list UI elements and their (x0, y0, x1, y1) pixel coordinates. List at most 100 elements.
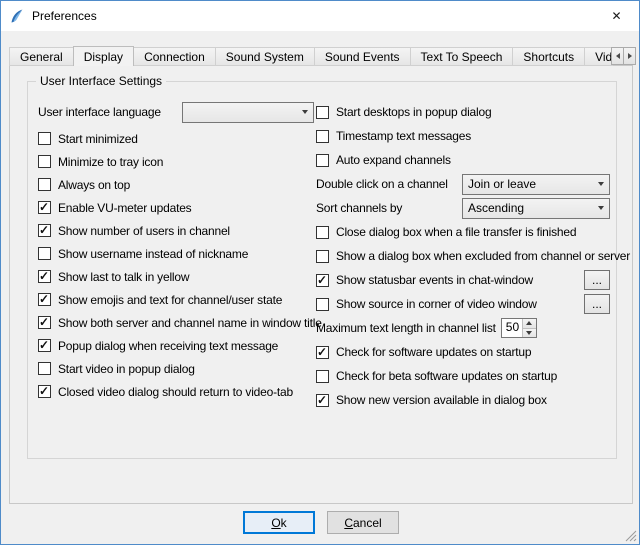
checkbox[interactable] (38, 385, 51, 398)
spin-buttons (522, 319, 536, 337)
checkbox-row[interactable]: Auto expand channels (316, 148, 610, 172)
checkbox-label: Show number of users in channel (58, 224, 230, 238)
checkbox-label: Always on top (58, 178, 130, 192)
left-column: User interface language Start minimized (38, 100, 314, 403)
checkbox[interactable] (38, 155, 51, 168)
checkbox-label: Timestamp text messages (336, 129, 471, 143)
preferences-window: Preferences ✕ General Display Connection… (0, 0, 640, 545)
checkbox-row[interactable]: Show number of users in channel (38, 219, 314, 242)
tab-scroll-right-button[interactable] (623, 47, 636, 65)
spin-up-button[interactable] (522, 319, 536, 328)
checkbox-label: Show emojis and text for channel/user st… (58, 293, 282, 307)
checkbox[interactable] (38, 270, 51, 283)
checkbox-label: Show a dialog box when excluded from cha… (336, 249, 630, 263)
right-checkbox-list-b: Close dialog box when a file transfer is… (316, 220, 610, 268)
checkbox-label: Start desktops in popup dialog (336, 105, 491, 119)
chevron-down-icon (593, 175, 609, 194)
checkbox-row[interactable]: Close dialog box when a file transfer is… (316, 220, 610, 244)
checkbox-row[interactable]: Show last to talk in yellow (38, 265, 314, 288)
checkbox[interactable] (38, 201, 51, 214)
chevron-right-icon (628, 53, 632, 59)
language-select[interactable] (182, 102, 314, 123)
checkbox[interactable] (38, 293, 51, 306)
checkbox-row[interactable]: Show new version available in dialog box (316, 388, 610, 412)
checkbox-label: Start minimized (58, 132, 138, 146)
checkbox[interactable] (38, 316, 51, 329)
tab[interactable]: Sound System (215, 47, 315, 66)
checkbox-row[interactable]: Timestamp text messages (316, 124, 610, 148)
double-click-row: Double click on a channel Join or leave (316, 172, 610, 196)
checkbox-label: Start video in popup dialog (58, 362, 195, 376)
checkbox-row[interactable]: Check for beta software updates on start… (316, 364, 610, 388)
checkbox[interactable] (38, 224, 51, 237)
checkbox-label: Auto expand channels (336, 153, 451, 167)
tab-label: Display (84, 50, 123, 64)
checkbox[interactable] (316, 394, 329, 407)
checkbox-row[interactable]: Show both server and channel name in win… (38, 311, 314, 334)
checkbox-row[interactable]: Show a dialog box when excluded from cha… (316, 244, 610, 268)
checkbox[interactable] (316, 370, 329, 383)
close-icon: ✕ (611, 9, 621, 23)
sort-channels-label: Sort channels by (316, 201, 402, 215)
spin-value: 50 (502, 319, 522, 337)
ok-button[interactable]: Ok (243, 511, 315, 534)
checkbox-row[interactable]: Start minimized (38, 127, 314, 150)
checkbox-row[interactable]: Closed video dialog should return to vid… (38, 380, 314, 403)
checkbox-row[interactable]: Start video in popup dialog (38, 357, 314, 380)
spin-down-button[interactable] (522, 328, 536, 338)
checkbox-label: Close dialog box when a file transfer is… (336, 225, 576, 239)
resize-grip[interactable] (624, 529, 637, 542)
checkbox-row[interactable]: Minimize to tray icon (38, 150, 314, 173)
tab[interactable]: Text To Speech (410, 47, 514, 66)
video-source-row[interactable]: Show source in corner of video window ..… (316, 292, 610, 316)
tab[interactable]: Video (584, 47, 613, 66)
tab[interactable]: Shortcuts (512, 47, 585, 66)
tab[interactable]: General (9, 47, 74, 66)
checkbox-row[interactable]: Show emojis and text for channel/user st… (38, 288, 314, 311)
checkbox[interactable] (38, 339, 51, 352)
checkbox-label: Show last to talk in yellow (58, 270, 189, 284)
tab[interactable]: Sound Events (314, 47, 411, 66)
checkbox-row[interactable]: Check for software updates on startup (316, 340, 610, 364)
ui-settings-group: User Interface Settings User interface l… (27, 81, 617, 459)
checkbox-label: Show statusbar events in chat-window (336, 273, 533, 287)
checkbox[interactable] (316, 250, 329, 263)
video-source-more-button[interactable]: ... (584, 294, 610, 314)
checkbox[interactable] (316, 106, 329, 119)
checkbox[interactable] (316, 274, 329, 287)
tab-bar: General Display Connection Sound System … (9, 45, 613, 66)
sort-channels-row: Sort channels by Ascending (316, 196, 610, 220)
sort-channels-select[interactable]: Ascending (462, 198, 610, 219)
max-length-row: Maximum text length in channel list 50 (316, 316, 610, 340)
double-click-select[interactable]: Join or leave (462, 174, 610, 195)
tab[interactable]: Connection (133, 47, 216, 66)
max-length-spinner[interactable]: 50 (501, 318, 537, 338)
cancel-button[interactable]: Cancel (327, 511, 399, 534)
checkbox-label: Show username instead of nickname (58, 247, 248, 261)
checkbox[interactable] (38, 178, 51, 191)
checkbox-row[interactable]: Start desktops in popup dialog (316, 100, 610, 124)
checkbox[interactable] (316, 130, 329, 143)
checkbox-row[interactable]: Enable VU-meter updates (38, 196, 314, 219)
checkbox[interactable] (316, 154, 329, 167)
checkbox-row[interactable]: Always on top (38, 173, 314, 196)
checkbox[interactable] (38, 132, 51, 145)
tab[interactable]: Display (73, 46, 134, 66)
chevron-down-icon (593, 199, 609, 218)
statusbar-events-more-button[interactable]: ... (584, 270, 610, 290)
close-button[interactable]: ✕ (594, 1, 639, 30)
group-title: User Interface Settings (36, 74, 166, 88)
checkbox-row[interactable]: Show username instead of nickname (38, 242, 314, 265)
checkbox-row[interactable]: Popup dialog when receiving text message (38, 334, 314, 357)
checkbox[interactable] (38, 247, 51, 260)
checkbox[interactable] (316, 298, 329, 311)
statusbar-events-row[interactable]: Show statusbar events in chat-window ... (316, 268, 610, 292)
window-title: Preferences (32, 9, 97, 23)
tab-label: General (20, 50, 63, 64)
tab-label: Connection (144, 50, 205, 64)
checkbox[interactable] (316, 346, 329, 359)
tab-label: Shortcuts (523, 50, 574, 64)
checkbox[interactable] (38, 362, 51, 375)
checkbox[interactable] (316, 226, 329, 239)
tab-label: Text To Speech (421, 50, 503, 64)
